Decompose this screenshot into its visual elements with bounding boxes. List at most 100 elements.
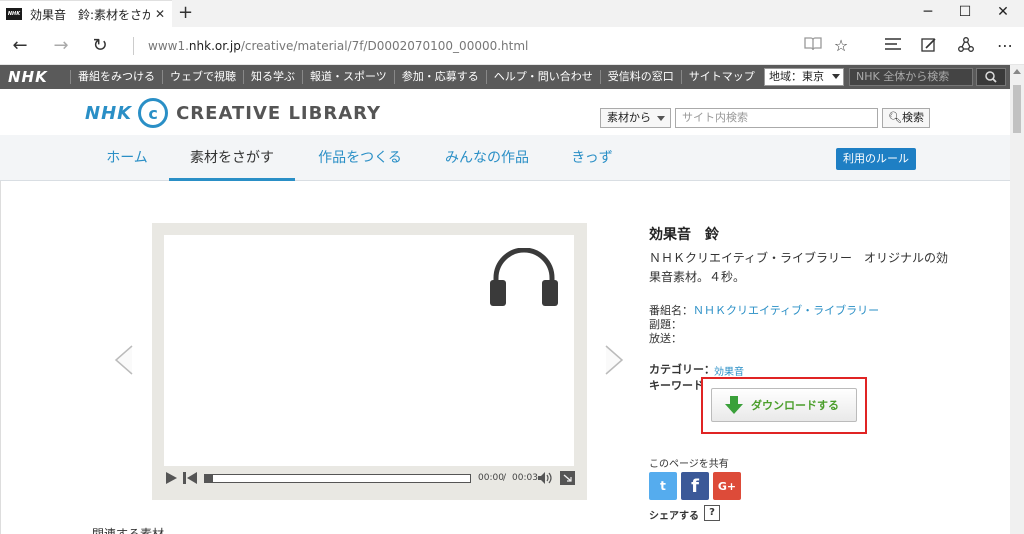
duration-time: 00:03 xyxy=(512,473,538,483)
address-bar[interactable]: www1.nhk.or.jp/creative/material/7f/D000… xyxy=(148,39,528,53)
usage-rules-button[interactable]: 利用のルール xyxy=(836,148,916,170)
more-options-icon[interactable]: ⋯ xyxy=(994,36,1016,56)
logo-title-text: CREATIVE LIBRARY xyxy=(176,102,382,124)
next-arrow-icon[interactable] xyxy=(602,344,626,376)
nav-home[interactable]: ホーム xyxy=(92,135,162,181)
google-plus-icon: G+ xyxy=(717,479,737,493)
keyword-label: キーワード xyxy=(649,379,704,392)
twitter-icon: t xyxy=(660,479,666,493)
twitter-share-button[interactable]: t xyxy=(649,472,677,500)
rewind-icon[interactable] xyxy=(183,472,199,484)
facebook-icon: f xyxy=(691,475,699,497)
search-scope-select[interactable]: 素材から xyxy=(600,108,671,128)
forward-arrow-icon[interactable]: → xyxy=(50,35,72,57)
nhk-nav-item[interactable]: 報道・スポーツ xyxy=(302,70,394,84)
hub-menu-icon[interactable] xyxy=(882,36,904,56)
player-controls: 00:00 / 00:03 xyxy=(152,468,587,490)
volume-icon[interactable] xyxy=(538,472,552,484)
nhk-logo[interactable]: NHK xyxy=(8,69,48,85)
category-link[interactable]: 効果音 xyxy=(714,363,744,378)
nhk-nav-item[interactable]: ヘルプ・問い合わせ xyxy=(485,70,600,84)
site-search-button-label: 検索 xyxy=(901,111,924,124)
minimize-icon[interactable]: ─ xyxy=(918,4,938,20)
browser-tab[interactable]: NHK 効果音 鈴:素材をさがす ✕ xyxy=(0,0,172,27)
nhk-nav-item[interactable]: サイトマップ xyxy=(680,70,762,84)
facebook-share-button[interactable]: f xyxy=(681,472,709,500)
download-arrow-icon xyxy=(725,396,743,414)
logo-nhk-text: NHK xyxy=(85,102,133,124)
nhk-global-header: NHK 番組をみつける ウェブで視聴 知る学ぶ 報道・スポーツ 参加・応募する … xyxy=(0,65,1010,89)
scroll-thumb[interactable] xyxy=(1013,85,1021,133)
google-plus-share-button[interactable]: G+ xyxy=(713,472,741,500)
download-button-label: ダウンロードする xyxy=(751,399,839,412)
site-search-button[interactable]: 🔍︎検索 xyxy=(882,108,930,128)
window-close-icon[interactable]: ✕ xyxy=(993,4,1013,20)
back-arrow-icon[interactable]: ← xyxy=(9,35,31,57)
program-link[interactable]: ＮＨＫクリエイティブ・ライブラリー xyxy=(693,304,879,317)
related-materials-heading: 関連する素材 xyxy=(92,527,165,534)
search-icon xyxy=(985,71,997,83)
nhk-nav-item[interactable]: 受信料の窓口 xyxy=(599,70,681,84)
new-tab-icon[interactable]: + xyxy=(178,2,193,23)
broadcast-label: 放送： xyxy=(649,332,682,345)
web-note-icon[interactable] xyxy=(918,36,940,56)
browser-navbar: ← → ↻ www1.nhk.or.jp/creative/material/7… xyxy=(0,27,1024,65)
download-button[interactable]: ダウンロードする xyxy=(711,388,857,422)
search-scope-value: 素材から xyxy=(607,111,651,124)
material-description: ＮＨＫクリエイティブ・ライブラリー オリジナルの効果音素材。４秒。 xyxy=(649,251,949,284)
refresh-icon[interactable]: ↻ xyxy=(89,35,111,57)
seek-progress xyxy=(205,475,213,482)
chevron-down-icon xyxy=(657,116,665,121)
subtitle-label: 副題： xyxy=(649,318,682,331)
url-prefix: www1. xyxy=(148,39,189,53)
share-title: このページを共有 xyxy=(649,459,729,470)
nav-create-work[interactable]: 作品をつくる xyxy=(305,135,415,181)
nhk-nav-item[interactable]: 知る学ぶ xyxy=(243,70,302,84)
nhk-search-button[interactable] xyxy=(976,68,1006,86)
nav-kids[interactable]: きっず xyxy=(560,135,624,181)
category-label: カテゴリー： xyxy=(649,363,715,376)
favorite-star-icon[interactable]: ☆ xyxy=(830,36,852,56)
nav-find-material[interactable]: 素材をさがす xyxy=(169,135,295,181)
program-row: 番組名：ＮＨＫクリエイティブ・ライブラリー xyxy=(649,304,879,318)
reading-view-icon[interactable] xyxy=(802,36,824,56)
material-title: 効果音 鈴 xyxy=(649,227,719,243)
seek-bar[interactable] xyxy=(204,474,471,483)
scroll-up-icon[interactable] xyxy=(1013,69,1021,74)
chevron-down-icon xyxy=(832,74,840,79)
fullscreen-icon[interactable] xyxy=(560,471,575,485)
share-label: シェアする xyxy=(649,511,699,522)
region-value: 地域：東京 xyxy=(769,70,824,83)
creative-library-logo[interactable]: NHK c CREATIVE LIBRARY xyxy=(85,98,381,128)
site-nav: ホーム 素材をさがす 作品をつくる みんなの作品 きっず 利用のルール xyxy=(0,135,1010,181)
close-tab-icon[interactable]: ✕ xyxy=(155,7,165,21)
tab-title: 効果音 鈴:素材をさがす xyxy=(30,7,150,22)
nhk-nav-item[interactable]: 番組をみつける xyxy=(70,70,162,84)
site-header: NHK c CREATIVE LIBRARY 素材から サイト内検索 🔍︎検索 xyxy=(0,89,1010,135)
logo-c-mark: c xyxy=(138,98,169,128)
maximize-icon[interactable]: ☐ xyxy=(955,4,975,20)
search-icon: 🔍︎ xyxy=(888,111,902,124)
region-select[interactable]: 地域：東京 xyxy=(764,68,844,86)
share-help-button[interactable]: ? xyxy=(704,505,720,521)
page-scrollbar[interactable] xyxy=(1010,65,1024,534)
previous-arrow-icon[interactable] xyxy=(112,344,136,376)
nhk-search-input[interactable]: NHK 全体から検索 xyxy=(849,68,973,86)
share-page-icon[interactable] xyxy=(955,36,977,56)
program-label: 番組名： xyxy=(649,304,693,317)
browser-titlebar: NHK 効果音 鈴:素材をさがす ✕ + ─ ☐ ✕ xyxy=(0,0,1024,27)
nav-everyone-works[interactable]: みんなの作品 xyxy=(432,135,542,181)
url-host: nhk.or.jp xyxy=(188,39,241,53)
site-search-input[interactable]: サイト内検索 xyxy=(675,108,878,128)
content-left-border xyxy=(0,181,1,534)
current-time: 00:00 xyxy=(478,473,504,483)
address-separator xyxy=(133,37,134,55)
nhk-global-nav: 番組をみつける ウェブで視聴 知る学ぶ 報道・スポーツ 参加・応募する ヘルプ・… xyxy=(70,65,762,89)
time-separator: / xyxy=(503,473,507,483)
nhk-nav-item[interactable]: ウェブで視聴 xyxy=(162,70,243,84)
headphones-icon xyxy=(490,248,558,306)
nhk-nav-item[interactable]: 参加・応募する xyxy=(393,70,486,84)
url-path: /creative/material/7f/D0002070100_00000.… xyxy=(240,39,529,53)
nhk-favicon-icon: NHK xyxy=(6,8,22,20)
play-icon[interactable] xyxy=(166,472,177,484)
